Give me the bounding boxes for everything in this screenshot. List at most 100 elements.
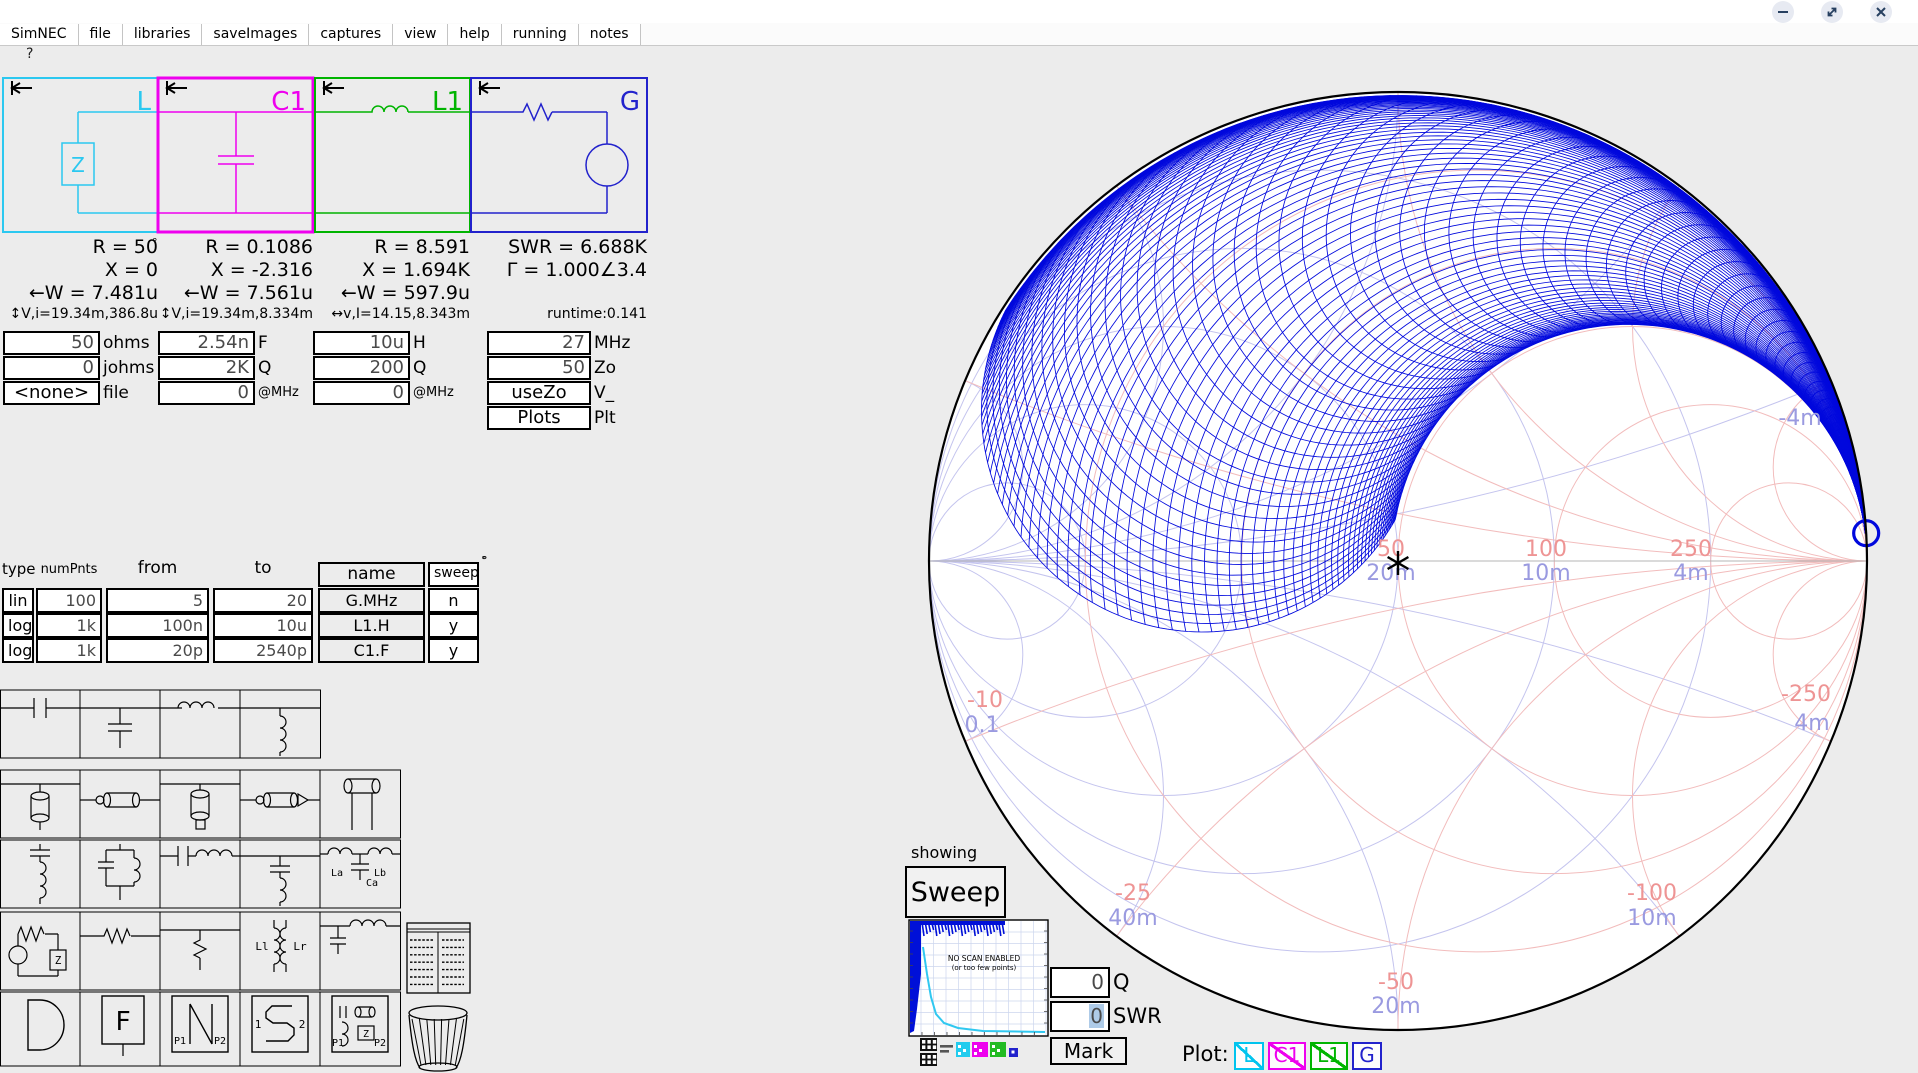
sweep-cell-r0-c2[interactable]: 5	[106, 588, 209, 613]
sweep-cell-r1-c4[interactable]: L1.H	[318, 613, 425, 638]
menu-item-libraries[interactable]: libraries	[123, 24, 203, 45]
plot-toggle-l[interactable]: L	[1234, 1042, 1264, 1070]
block-L1[interactable]: L1	[315, 78, 470, 232]
field-L-ohms[interactable]: 50	[3, 331, 100, 355]
plot-toggle-l1[interactable]: L1	[1310, 1042, 1348, 1070]
palette-shunt-c-l[interactable]	[240, 856, 320, 906]
sweep-cell-r1-c2[interactable]: 100n	[106, 613, 209, 638]
minimize-button[interactable]	[1772, 1, 1794, 23]
palette-s-two-port[interactable]: 12	[252, 996, 308, 1052]
palette-series-resistor[interactable]	[80, 929, 160, 943]
field-G-mhz[interactable]: 27	[487, 331, 591, 355]
close-button[interactable]	[1870, 1, 1892, 23]
palette-p1-p2-match-block[interactable]: ZP1P2	[332, 996, 388, 1052]
field-G-plt[interactable]: Plots	[487, 406, 591, 430]
sweep-cell-r0-c5[interactable]: n	[428, 588, 479, 613]
sweep-cell-r1-c1[interactable]: 1k	[36, 613, 102, 638]
menu-item-captures[interactable]: captures	[309, 24, 393, 45]
sweep-cell-r2-c5[interactable]: y	[428, 638, 479, 663]
palette-shunt-resistor[interactable]	[160, 930, 240, 970]
menu-item-view[interactable]: view	[393, 24, 448, 45]
sweep-cell-r0-c0[interactable]: lin	[2, 588, 34, 613]
field-L-johms[interactable]: 0	[3, 356, 100, 380]
palette-source-with-z[interactable]: Z	[9, 927, 66, 976]
plot-toggle-c1[interactable]: C1	[1268, 1042, 1306, 1070]
sweep-cell-r1-c5[interactable]: y	[428, 613, 479, 638]
degree-mark: °	[482, 554, 488, 567]
palette-cap-over-inductor[interactable]	[30, 844, 50, 904]
field-label-L1-1: Q	[413, 356, 426, 380]
palette-notes-icon[interactable]	[407, 923, 470, 993]
block-G[interactable]: G	[471, 78, 647, 232]
sweep-cell-r2-c1[interactable]: 1k	[36, 638, 102, 663]
field-C1-f[interactable]: 2.54n	[158, 331, 255, 355]
mini-plot[interactable]: NO SCAN ENABLED(or too few points)	[908, 919, 1050, 1038]
field-C1-mhz[interactable]: 0	[158, 381, 255, 405]
block-C1[interactable]: C1	[158, 78, 313, 232]
menu-item-saveimages[interactable]: saveImages	[202, 24, 309, 45]
sweep-cell-r1-c3[interactable]: 10u	[213, 613, 313, 638]
q-input[interactable]: 0	[1050, 967, 1110, 998]
mini-plot-series-swatch-3[interactable]	[1009, 1048, 1018, 1057]
menu-item-running[interactable]: running	[502, 24, 579, 45]
menu-item-file[interactable]: file	[79, 24, 123, 45]
palette-shunt-capacitor[interactable]	[80, 708, 160, 748]
swr-input[interactable]: 0	[1050, 1001, 1110, 1032]
maximize-button[interactable]	[1821, 1, 1843, 23]
palette-open-coax-stub[interactable]	[160, 784, 240, 829]
palette-series-lc[interactable]	[160, 846, 240, 866]
palette-trash-icon[interactable]	[409, 1006, 467, 1071]
sweep-button[interactable]: Sweep	[905, 866, 1006, 918]
sweep-cell-r1-c0[interactable]: log	[2, 613, 34, 638]
field-G-v[interactable]: useZo	[487, 381, 591, 405]
sweep-cell-r0-c3[interactable]: 20	[213, 588, 313, 613]
component-palette: LaLbCa Z LlLr F P1P2 12 ZP1P2	[0, 686, 490, 1073]
sweep-header-name[interactable]: name	[318, 562, 425, 587]
menu-item-notes[interactable]: notes	[579, 24, 641, 45]
palette-series-coax[interactable]	[80, 793, 160, 807]
sweep-cell-r2-c2[interactable]: 20p	[106, 638, 209, 663]
sweep-cell-r0-c1[interactable]: 100	[36, 588, 102, 613]
mini-plot-series-swatch-1[interactable]	[972, 1042, 988, 1057]
smith-axis-label: -250	[1781, 682, 1831, 707]
palette-series-coax-arrow[interactable]	[240, 793, 320, 807]
sweep-cell-r2-c0[interactable]: log	[2, 638, 34, 663]
palette-d-block[interactable]	[28, 1000, 64, 1050]
palette-series-inductor[interactable]	[160, 702, 240, 708]
sweep-header-to: to	[213, 558, 313, 578]
field-L1-mhz[interactable]: 0	[313, 381, 410, 405]
sweep-header-sweep[interactable]: sweep	[428, 562, 479, 587]
sweep-cell-r0-c4[interactable]: G.MHz	[318, 588, 425, 613]
palette-shunt-coax-stub[interactable]	[0, 784, 80, 830]
svg-text:P1: P1	[332, 1038, 344, 1049]
menu-item-simnec[interactable]: SimNEC	[0, 24, 79, 45]
mini-plot-grid-icon[interactable]	[920, 1038, 937, 1051]
palette-lc-network[interactable]	[320, 920, 400, 954]
palette-series-capacitor[interactable]	[0, 698, 80, 718]
mark-button[interactable]: Mark	[1050, 1037, 1127, 1065]
mini-plot-grid-icon-2[interactable]	[920, 1053, 937, 1066]
palette-parallel-lc-shunt[interactable]	[98, 844, 140, 900]
field-label-L1-0: H	[413, 331, 426, 355]
palette-coupled-inductors-ll-lr[interactable]: LlLr	[255, 920, 307, 972]
mini-plot-series-swatch-0[interactable]	[956, 1042, 970, 1057]
field-label-G-2: V_	[594, 381, 614, 405]
palette-shunt-inductor[interactable]	[240, 708, 320, 756]
sweep-cell-r2-c4[interactable]: C1.F	[318, 638, 425, 663]
palette-f-block[interactable]: F	[102, 996, 144, 1056]
plot-toggle-g[interactable]: G	[1352, 1042, 1382, 1070]
menu-item-help[interactable]: help	[448, 24, 501, 45]
field-L-file[interactable]: <none>	[3, 381, 100, 405]
field-L1-h[interactable]: 10u	[313, 331, 410, 355]
mini-plot-legend[interactable]	[915, 1036, 1035, 1073]
palette-coax-two-port[interactable]	[344, 779, 380, 830]
palette-coupled-inductors-ca[interactable]: LaLbCa	[320, 848, 400, 889]
mini-plot-series-swatch-2[interactable]	[990, 1042, 1006, 1057]
block-L[interactable]: LZ	[3, 78, 158, 232]
field-G-zo[interactable]: 50	[487, 356, 591, 380]
sweep-cell-r2-c3[interactable]: 2540p	[213, 638, 313, 663]
palette-n-two-port[interactable]: P1P2	[172, 996, 228, 1052]
smith-chart[interactable]: 5020m10010m2504m-100.1-2540m-5020m-10010…	[920, 80, 1918, 1073]
field-L1-q[interactable]: 200	[313, 356, 410, 380]
field-C1-q[interactable]: 2K	[158, 356, 255, 380]
